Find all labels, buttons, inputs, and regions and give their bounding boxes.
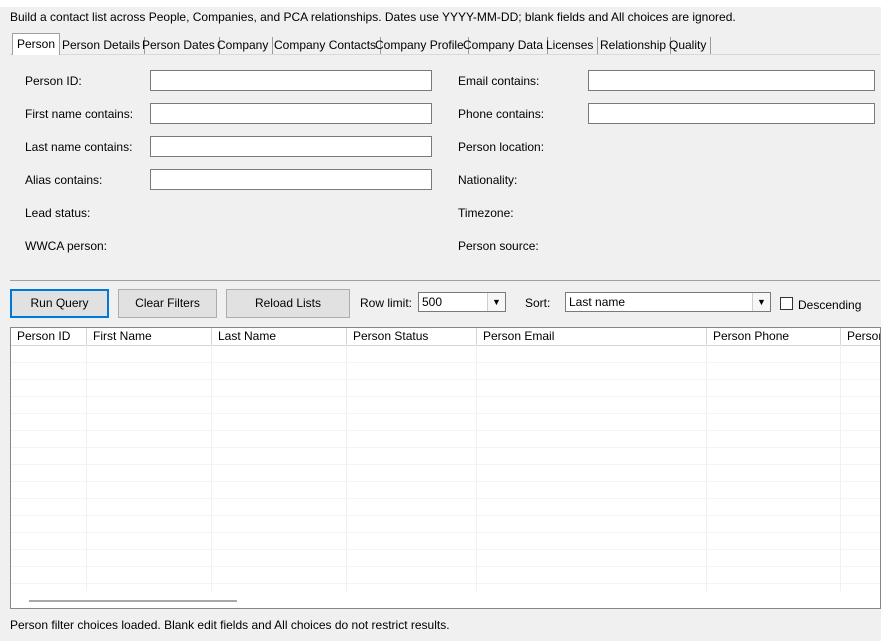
- description-text: Build a contact list across People, Comp…: [10, 10, 736, 24]
- horizontal-scrollbar-thumb[interactable]: [29, 600, 237, 602]
- chevron-down-icon[interactable]: ▼: [487, 293, 505, 311]
- grid-row-line: [11, 447, 880, 448]
- column-header-last-name[interactable]: Last Name: [212, 328, 347, 345]
- grid-row-line: [11, 413, 880, 414]
- column-header-person-phone[interactable]: Person Phone: [707, 328, 841, 345]
- grid-row-line: [11, 566, 880, 567]
- tab-relationship[interactable]: Relationship: [596, 37, 672, 54]
- tab-person[interactable]: Person: [12, 33, 61, 55]
- person-filter-panel: Person ID: First name contains: Last nam…: [10, 54, 880, 281]
- person-location-label: Person location:: [458, 140, 545, 154]
- tab-company-profile[interactable]: Company Profile: [371, 37, 469, 54]
- grid-row-line: [11, 498, 880, 499]
- sort-label: Sort:: [525, 296, 551, 310]
- sort-select[interactable]: Last name ▼: [565, 292, 771, 312]
- descending-label[interactable]: Descending: [798, 298, 861, 312]
- results-grid[interactable]: Person ID First Name Last Name Person St…: [10, 327, 881, 609]
- first-name-label: First name contains:: [25, 107, 134, 121]
- tab-strip: Person Person Details Person Dates Compa…: [10, 33, 881, 55]
- nationality-label: Nationality:: [458, 173, 518, 187]
- row-limit-select[interactable]: 500 ▼: [418, 292, 506, 312]
- status-bar-text: Person filter choices loaded. Blank edit…: [10, 618, 450, 632]
- alias-label: Alias contains:: [25, 173, 103, 187]
- grid-row-line: [11, 549, 880, 550]
- email-input[interactable]: [588, 70, 875, 91]
- grid-divider: [86, 345, 87, 591]
- grid-row-line: [11, 396, 880, 397]
- reload-lists-button[interactable]: Reload Lists: [226, 289, 350, 318]
- column-header-person[interactable]: Person: [841, 328, 880, 345]
- column-header-person-id[interactable]: Person ID: [11, 328, 87, 345]
- tab-person-details[interactable]: Person Details: [58, 37, 146, 54]
- grid-divider: [346, 345, 347, 591]
- tab-licenses[interactable]: Licenses: [542, 37, 599, 54]
- email-label: Email contains:: [458, 74, 540, 88]
- grid-divider: [211, 345, 212, 591]
- grid-row-line: [11, 532, 880, 533]
- grid-row-line: [11, 583, 880, 584]
- lead-status-label: Lead status:: [25, 206, 91, 220]
- tab-person-dates[interactable]: Person Dates: [138, 37, 220, 54]
- sort-value: Last name: [569, 295, 626, 309]
- tab-company-contacts[interactable]: Company Contacts: [270, 37, 382, 54]
- timezone-label: Timezone:: [458, 206, 514, 220]
- grid-divider: [840, 345, 841, 591]
- run-query-button[interactable]: Run Query: [10, 289, 109, 318]
- tab-company[interactable]: Company: [213, 37, 274, 54]
- last-name-input[interactable]: [150, 136, 432, 157]
- phone-label: Phone contains:: [458, 107, 545, 121]
- tab-company-data[interactable]: Company Data: [459, 37, 549, 54]
- column-header-person-status[interactable]: Person Status: [347, 328, 477, 345]
- grid-row-line: [11, 430, 880, 431]
- chevron-down-icon[interactable]: ▼: [752, 293, 770, 311]
- alias-input[interactable]: [150, 169, 432, 190]
- person-id-input[interactable]: [150, 70, 432, 91]
- wwca-person-label: WWCA person:: [25, 239, 108, 253]
- grid-divider: [706, 345, 707, 591]
- first-name-input[interactable]: [150, 103, 432, 124]
- grid-divider: [476, 345, 477, 591]
- person-id-label: Person ID:: [25, 74, 82, 88]
- column-header-first-name[interactable]: First Name: [87, 328, 212, 345]
- grid-row-line: [11, 379, 880, 380]
- grid-row-line: [11, 481, 880, 482]
- column-header-person-email[interactable]: Person Email: [477, 328, 707, 345]
- phone-input[interactable]: [588, 103, 875, 124]
- last-name-label: Last name contains:: [25, 140, 133, 154]
- clear-filters-button[interactable]: Clear Filters: [118, 289, 217, 318]
- person-source-label: Person source:: [458, 239, 539, 253]
- top-strip: [0, 0, 881, 7]
- grid-row-line: [11, 464, 880, 465]
- grid-row-line: [11, 515, 880, 516]
- descending-checkbox[interactable]: [780, 297, 793, 310]
- grid-row-line: [11, 362, 880, 363]
- row-limit-label: Row limit:: [360, 296, 413, 310]
- grid-header: Person ID First Name Last Name Person St…: [11, 328, 880, 346]
- row-limit-value: 500: [422, 295, 443, 309]
- tab-quality[interactable]: Quality: [665, 37, 712, 54]
